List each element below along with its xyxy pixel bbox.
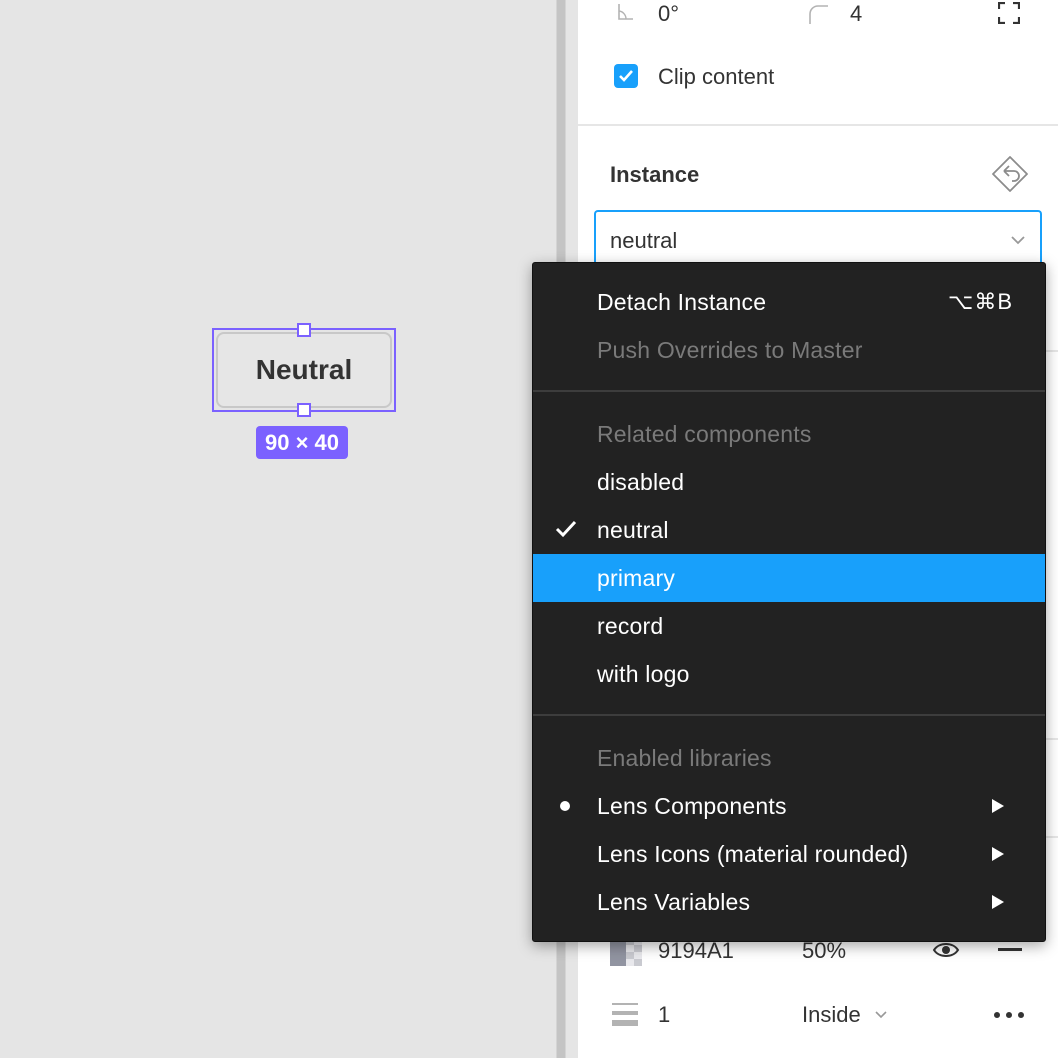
instance-context-menu: Detach Instance ⌥⌘B Push Overrides to Ma… xyxy=(532,262,1046,942)
go-to-main-component-icon[interactable] xyxy=(990,154,1030,194)
section-divider xyxy=(1046,738,1058,740)
menu-item-library-lens-variables[interactable]: Lens Variables xyxy=(533,878,1045,926)
menu-item-detach-instance[interactable]: Detach Instance ⌥⌘B xyxy=(533,278,1045,326)
menu-item-related-neutral[interactable]: neutral xyxy=(533,506,1045,554)
clip-content-label: Clip content xyxy=(658,64,775,89)
dimensions-badge: 90 × 40 xyxy=(256,426,349,459)
checkmark-icon xyxy=(619,70,633,82)
menu-item-label: disabled xyxy=(597,469,685,495)
section-divider xyxy=(578,124,1058,126)
design-canvas[interactable]: Neutral 90 × 40 xyxy=(0,0,556,1058)
section-divider xyxy=(1046,836,1058,838)
menu-header-libraries: Enabled libraries xyxy=(533,734,1045,782)
more-options-icon[interactable] xyxy=(992,1010,1026,1020)
menu-item-label: with logo xyxy=(597,661,690,687)
clip-content-checkbox[interactable] xyxy=(614,64,638,88)
stroke-weight-value[interactable]: 1 xyxy=(658,1002,670,1028)
menu-item-related-primary[interactable]: primary xyxy=(533,554,1045,602)
checkmark-icon xyxy=(555,520,577,538)
menu-item-label: primary xyxy=(597,565,676,591)
stroke-position-select[interactable]: Inside xyxy=(802,1002,861,1028)
menu-item-label: Detach Instance xyxy=(597,289,767,315)
menu-item-label: Lens Components xyxy=(597,793,787,819)
fill-color-swatch[interactable] xyxy=(610,938,642,966)
menu-item-label: Lens Icons (material rounded) xyxy=(597,841,909,867)
menu-separator xyxy=(533,714,1045,716)
chevron-down-icon xyxy=(875,1011,887,1019)
menu-item-label: Lens Variables xyxy=(597,889,751,915)
resize-handle-top[interactable] xyxy=(297,323,311,337)
menu-header-related: Related components xyxy=(533,410,1045,458)
menu-item-label: record xyxy=(597,613,664,639)
menu-item-related-record[interactable]: record xyxy=(533,602,1045,650)
menu-item-related-disabled[interactable]: disabled xyxy=(533,458,1045,506)
corner-radius-value[interactable]: 4 xyxy=(850,1,862,27)
menu-separator xyxy=(533,390,1045,392)
neutral-component-instance[interactable]: Neutral xyxy=(216,332,392,408)
submenu-arrow-icon xyxy=(992,895,1004,909)
remove-fill-icon[interactable] xyxy=(998,948,1022,951)
submenu-arrow-icon xyxy=(992,799,1004,813)
menu-item-related-with-logo[interactable]: with logo xyxy=(533,650,1045,698)
menu-item-label: neutral xyxy=(597,517,669,543)
rotation-icon xyxy=(618,4,633,20)
menu-item-label: Push Overrides to Master xyxy=(597,337,863,363)
chevron-down-icon xyxy=(1011,236,1025,245)
rotation-value[interactable]: 0° xyxy=(658,1,679,27)
submenu-arrow-icon xyxy=(992,847,1004,861)
resize-handle-bottom[interactable] xyxy=(297,403,311,417)
instance-select-value: neutral xyxy=(610,228,678,253)
bullet-icon xyxy=(560,801,570,811)
independent-corners-icon[interactable] xyxy=(998,2,1020,24)
menu-item-library-lens-components[interactable]: Lens Components xyxy=(533,782,1045,830)
menu-section-header: Enabled libraries xyxy=(597,745,772,771)
menu-item-library-lens-icons[interactable]: Lens Icons (material rounded) xyxy=(533,830,1045,878)
menu-item-push-overrides: Push Overrides to Master xyxy=(533,326,1045,374)
section-divider xyxy=(1046,350,1058,352)
menu-item-shortcut: ⌥⌘B xyxy=(947,289,1013,314)
instance-section-heading: Instance xyxy=(610,162,700,187)
corner-radius-icon xyxy=(809,5,828,24)
stroke-weight-icon xyxy=(612,1003,638,1026)
menu-section-header: Related components xyxy=(597,421,812,447)
instance-swap-dropdown[interactable]: neutral xyxy=(594,210,1042,266)
